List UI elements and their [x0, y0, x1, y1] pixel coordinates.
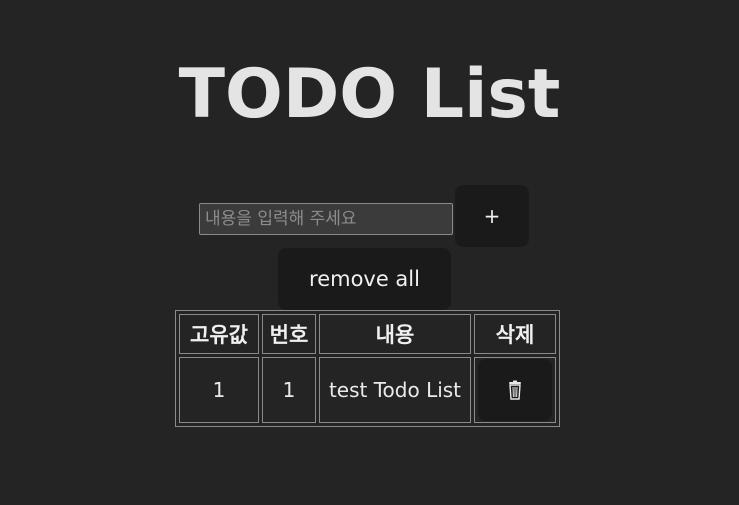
remove-all-button[interactable]: remove all [278, 248, 451, 310]
todo-table: 고유값 번호 내용 삭제 1 1 test Todo List [175, 310, 560, 427]
todo-input[interactable] [199, 203, 453, 235]
table-row: 1 1 test Todo List [179, 357, 556, 423]
cell-id: 1 [179, 357, 259, 423]
cell-content: test Todo List [319, 357, 471, 423]
column-header-content: 내용 [319, 314, 471, 354]
column-header-delete: 삭제 [474, 314, 556, 354]
page-title: TODO List [178, 55, 561, 134]
cell-delete [474, 357, 556, 423]
delete-button[interactable] [478, 359, 552, 421]
cell-number: 1 [262, 357, 316, 423]
trash-icon [509, 380, 521, 400]
column-header-number: 번호 [262, 314, 316, 354]
column-header-id: 고유값 [179, 314, 259, 354]
table-header-row: 고유값 번호 내용 삭제 [179, 314, 556, 354]
add-button[interactable]: + [455, 185, 529, 247]
